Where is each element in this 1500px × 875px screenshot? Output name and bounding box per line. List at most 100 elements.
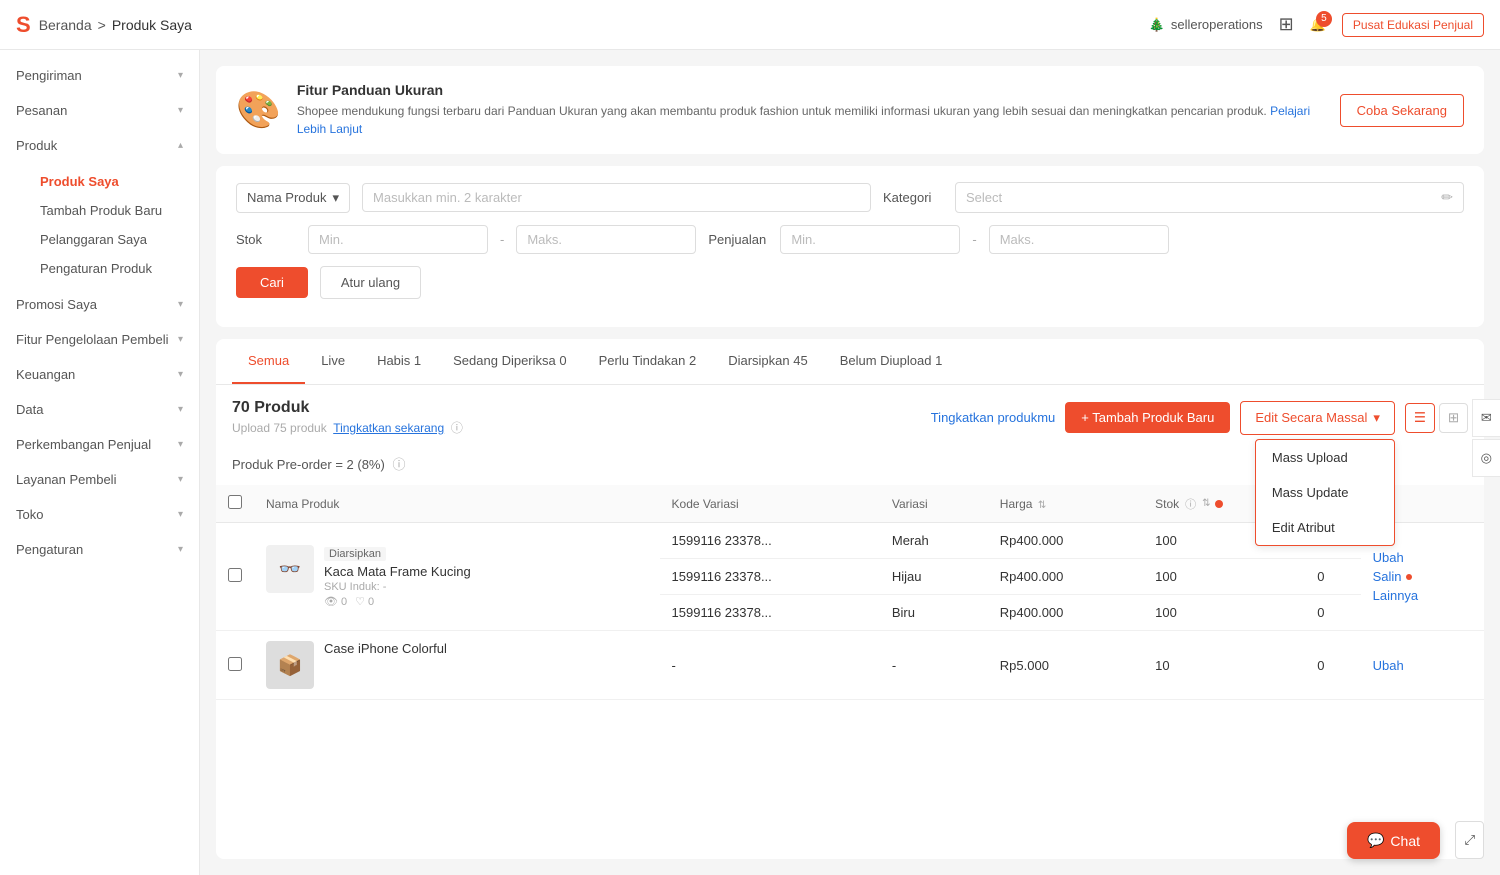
tab-belum-diupload[interactable]: Belum Diupload 1	[824, 339, 959, 384]
sidebar-item-pengaturan[interactable]: Pengaturan ▾	[0, 532, 199, 567]
search-input[interactable]	[362, 183, 871, 212]
tab-sedang-diperiksa[interactable]: Sedang Diperiksa 0	[437, 339, 582, 384]
stok-min-input[interactable]	[308, 225, 488, 254]
penjualan-max-input[interactable]	[989, 225, 1169, 254]
sidebar-item-produk[interactable]: Produk ▴	[0, 128, 199, 163]
lainnya-button[interactable]: Lainnya	[1373, 588, 1472, 603]
stok-dash: -	[500, 232, 504, 247]
mass-upload-item[interactable]: Mass Upload	[1256, 440, 1394, 475]
side-icons: ✉ ◎	[1472, 399, 1500, 477]
variasi: Biru	[880, 595, 988, 631]
tab-habis[interactable]: Habis 1	[361, 339, 437, 384]
sidebar-item-keuangan[interactable]: Keuangan ▾	[0, 357, 199, 392]
mass-update-item[interactable]: Mass Update	[1256, 475, 1394, 510]
pre-order-info-icon: ⓘ	[392, 457, 405, 472]
breadcrumb-home[interactable]: Beranda	[39, 17, 92, 33]
product-thumbnail: 📦	[266, 641, 314, 689]
grid-icon[interactable]: ⊞	[1279, 14, 1294, 35]
like-count: ♡ 0	[355, 595, 374, 608]
salin-button[interactable]: Salin	[1373, 569, 1472, 584]
product-name[interactable]: Kaca Mata Frame Kucing	[324, 564, 471, 579]
ring-icon-button[interactable]: ◎	[1472, 439, 1500, 477]
message-icon-button[interactable]: ✉	[1472, 399, 1500, 437]
product-info: Diarsipkan Kaca Mata Frame Kucing SKU In…	[324, 545, 471, 608]
edu-center-button[interactable]: Pusat Edukasi Penjual	[1342, 13, 1484, 37]
table-header: 70 Produk Upload 75 produk Tingkatkan se…	[216, 385, 1484, 450]
sidebar-item-fitur-pembeli[interactable]: Fitur Pengelolaan Pembeli ▾	[0, 322, 199, 357]
product-checkbox[interactable]	[228, 657, 242, 671]
breadcrumb-separator: >	[98, 17, 106, 33]
chevron-down-icon: ▾	[1373, 410, 1380, 426]
product-stats: 👁 0 ♡ 0	[324, 595, 471, 608]
penjualan-min-input[interactable]	[780, 225, 960, 254]
tab-semua[interactable]: Semua	[232, 339, 305, 384]
harga: Rp400.000	[988, 523, 1143, 559]
ubah-button[interactable]: Ubah	[1373, 658, 1472, 673]
edit-icon[interactable]: ✏	[1441, 189, 1453, 206]
sidebar-sub-item-pengaturan-produk[interactable]: Pengaturan Produk	[24, 254, 199, 283]
product-table-card: Semua Live Habis 1 Sedang Diperiksa 0 Pe…	[216, 339, 1484, 859]
shopee-logo: S	[16, 12, 31, 38]
harga: Rp400.000	[988, 595, 1143, 631]
chat-button[interactable]: 💬 Chat	[1347, 822, 1440, 859]
top-nav: S Beranda > Produk Saya 🎄 selleroperatio…	[0, 0, 1500, 50]
variasi: -	[880, 631, 988, 700]
sidebar-sub-item-produk-saya[interactable]: Produk Saya	[24, 167, 199, 196]
chat-icon: 💬	[1367, 832, 1384, 849]
chat-expand-button[interactable]: ⤢	[1455, 821, 1484, 859]
add-product-button[interactable]: + Tambah Produk Baru	[1065, 402, 1230, 433]
expand-icon: ⤢	[1464, 832, 1475, 847]
product-badge: Diarsipkan	[324, 547, 386, 561]
select-all-checkbox[interactable]	[228, 495, 242, 509]
kategori-select[interactable]: Select ✏	[955, 182, 1464, 213]
sidebar-item-pengiriman[interactable]: Pengiriman ▾	[0, 58, 199, 93]
boost-button[interactable]: Tingkatkan produkmu	[931, 410, 1056, 425]
product-name-cell: 👓 Diarsipkan Kaca Mata Frame Kucing SKU …	[254, 523, 660, 631]
sidebar-item-data[interactable]: Data ▾	[0, 392, 199, 427]
breadcrumb: Beranda > Produk Saya	[39, 17, 192, 33]
col-variasi: Variasi	[880, 485, 988, 523]
banner-text: Fitur Panduan Ukuran Shopee mendukung fu…	[297, 82, 1324, 138]
upload-info: Upload 75 produk Tingkatkan sekarang ⓘ	[232, 419, 463, 436]
edit-massal-dropdown: Mass Upload Mass Update Edit Atribut	[1255, 439, 1395, 546]
size-guide-banner: 🎨 Fitur Panduan Ukuran Shopee mendukung …	[216, 66, 1484, 154]
sidebar-item-pesanan[interactable]: Pesanan ▾	[0, 93, 199, 128]
product-sku: SKU Induk: -	[324, 581, 471, 593]
chevron-down-icon: ▾	[178, 105, 183, 116]
filter-card: Nama Produk ▾ Kategori Select ✏ Stok - P…	[216, 166, 1484, 327]
tab-perlu-tindakan[interactable]: Perlu Tindakan 2	[583, 339, 713, 384]
list-view-button[interactable]: ☰	[1405, 403, 1435, 433]
product-tabs: Semua Live Habis 1 Sedang Diperiksa 0 Pe…	[216, 339, 1484, 385]
ubah-button[interactable]: Ubah	[1373, 550, 1472, 565]
col-kode-variasi: Kode Variasi	[660, 485, 880, 523]
sidebar-sub-item-tambah-produk[interactable]: Tambah Produk Baru	[24, 196, 199, 225]
salin-dot	[1406, 574, 1412, 580]
sidebar-item-perkembangan[interactable]: Perkembangan Penjual ▾	[0, 427, 199, 462]
sidebar-item-toko[interactable]: Toko ▾	[0, 497, 199, 532]
top-nav-right: 🎄 selleroperations ⊞ 🔔 5 Pusat Edukasi P…	[1149, 13, 1484, 37]
notification-bell[interactable]: 🔔 5	[1310, 17, 1326, 33]
chevron-down-icon: ▾	[178, 544, 183, 555]
filter-by-dropdown[interactable]: Nama Produk ▾	[236, 183, 350, 213]
upgrade-link[interactable]: Tingkatkan sekarang	[333, 421, 444, 435]
product-checkbox[interactable]	[228, 568, 242, 582]
search-button[interactable]: Cari	[236, 267, 308, 298]
grid-view-button[interactable]: ⊞	[1439, 403, 1468, 433]
chevron-down-icon: ▾	[178, 369, 183, 380]
sidebar: Pengiriman ▾ Pesanan ▾ Produk ▴ Produk S…	[0, 50, 200, 875]
product-name[interactable]: Case iPhone Colorful	[324, 641, 447, 656]
notification-badge: 5	[1316, 11, 1332, 27]
chevron-up-icon: ▴	[178, 140, 183, 151]
sidebar-item-promosi[interactable]: Promosi Saya ▾	[0, 287, 199, 322]
tab-diarsipkan[interactable]: Diarsipkan 45	[712, 339, 824, 384]
edit-atribut-item[interactable]: Edit Atribut	[1256, 510, 1394, 545]
sidebar-sub-item-pelanggaran[interactable]: Pelanggaran Saya	[24, 225, 199, 254]
banner-cta-button[interactable]: Coba Sekarang	[1340, 94, 1464, 127]
product-info: Case iPhone Colorful	[324, 641, 447, 656]
stok-max-input[interactable]	[516, 225, 696, 254]
sidebar-item-layanan-pembeli[interactable]: Layanan Pembeli ▾	[0, 462, 199, 497]
edit-massal-button[interactable]: Edit Secara Massal ▾	[1240, 401, 1395, 435]
reset-button[interactable]: Atur ulang	[320, 266, 421, 299]
chevron-down-icon: ▾	[178, 439, 183, 450]
tab-live[interactable]: Live	[305, 339, 361, 384]
